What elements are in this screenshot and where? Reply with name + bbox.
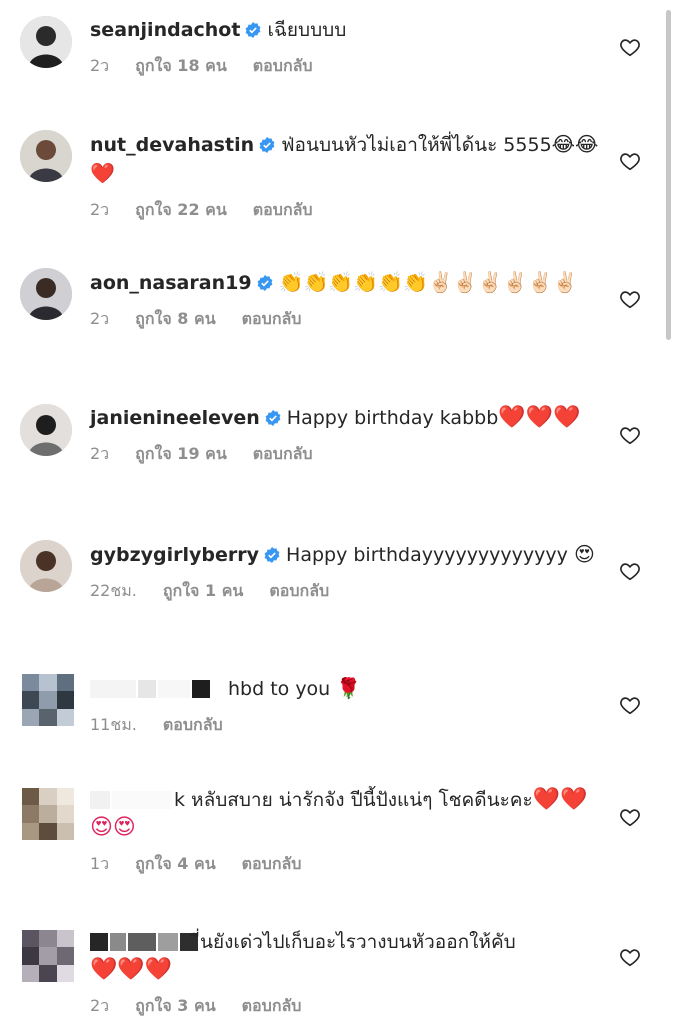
like-button[interactable] bbox=[619, 560, 641, 582]
heart-outline-icon bbox=[620, 809, 640, 827]
reply-button[interactable]: ตอบกลับ bbox=[242, 854, 302, 873]
username[interactable]: gybzygirlyberry bbox=[90, 544, 259, 566]
comment-meta: 2ว ถูกใจ 8 คน ตอบกลับ bbox=[90, 307, 607, 332]
comment-emojis: 👏👏👏👏👏👏✌🏻✌🏻✌🏻✌🏻✌🏻✌🏻 bbox=[278, 270, 578, 294]
reply-button[interactable]: ตอบกลับ bbox=[253, 200, 313, 219]
comment-time: 22ชม. bbox=[90, 581, 137, 600]
comment-time: 2ว bbox=[90, 309, 110, 328]
username[interactable]: aon_nasaran19 bbox=[90, 272, 252, 294]
comment-time: 11ชม. bbox=[90, 715, 137, 734]
comment-text: gybzygirlyberry Happy birthdayyyyyyyyyyyy… bbox=[90, 540, 607, 569]
comment-text: aon_nasaran19 👏👏👏👏👏👏✌🏻✌🏻✌🏻✌🏻✌🏻✌🏻 bbox=[90, 268, 607, 297]
like-button[interactable] bbox=[619, 806, 641, 828]
reply-button[interactable]: ตอบกลับ bbox=[242, 309, 302, 328]
avatar[interactable] bbox=[22, 930, 74, 982]
comment-emojis: ❤️❤️❤️ bbox=[90, 957, 173, 982]
likes-count[interactable]: ถูกใจ 22 คน bbox=[135, 200, 227, 219]
comment-body: ี่นยังเด่วไปเก็บอะไรวางบนหัวออกให้คับ bbox=[200, 931, 516, 953]
comment-meta: 2ว ถูกใจ 18 คน ตอบกลับ bbox=[90, 54, 607, 79]
heart-outline-icon bbox=[620, 427, 640, 445]
avatar[interactable] bbox=[22, 674, 74, 726]
reply-button[interactable]: ตอบกลับ bbox=[242, 996, 302, 1015]
comment-text: janienineeleven Happy birthday kabbb❤️❤️❤… bbox=[90, 404, 607, 432]
comment-meta: 22ชม. ถูกใจ 1 คน ตอบกลับ bbox=[90, 579, 607, 604]
comment-body: เฉียบบบบ bbox=[267, 19, 347, 41]
like-button[interactable] bbox=[619, 36, 641, 58]
scrollbar[interactable] bbox=[666, 10, 671, 340]
comment-time: 1ว bbox=[90, 854, 110, 873]
avatar[interactable] bbox=[22, 788, 74, 840]
comment-meta: 11ชม. ตอบกลับ bbox=[90, 713, 607, 738]
comment-body: Happy birthdayyyyyyyyyyyyy bbox=[286, 544, 568, 566]
likes-count[interactable]: ถูกใจ 8 คน bbox=[135, 309, 215, 328]
comment-body: hbd to you bbox=[228, 678, 331, 700]
comment-body: k หลับสบาย น่ารักจัง ปีนี้ปังแน่ๆ โชคดีน… bbox=[174, 789, 533, 811]
like-button[interactable] bbox=[619, 150, 641, 172]
reply-button[interactable]: ตอบกลับ bbox=[163, 715, 223, 734]
like-button[interactable] bbox=[619, 424, 641, 446]
likes-count[interactable]: ถูกใจ 4 คน bbox=[135, 854, 215, 873]
heart-outline-icon bbox=[620, 291, 640, 309]
like-button[interactable] bbox=[619, 946, 641, 968]
reply-button[interactable]: ตอบกลับ bbox=[253, 444, 313, 463]
comment-text: ี่นยังเด่วไปเก็บอะไรวางบนหัวออกให้คับ ❤️❤… bbox=[90, 928, 607, 984]
heart-outline-icon bbox=[620, 39, 640, 57]
avatar[interactable] bbox=[20, 16, 72, 68]
comment-time: 2ว bbox=[90, 56, 110, 75]
comment-meta: 2ว ถูกใจ 19 คน ตอบกลับ bbox=[90, 442, 607, 467]
comment-body: Happy birthday kabbb bbox=[286, 407, 499, 429]
verified-badge-icon bbox=[257, 275, 272, 291]
likes-count[interactable]: ถูกใจ 18 คน bbox=[135, 56, 227, 75]
likes-count[interactable]: ถูกใจ 19 คน bbox=[135, 444, 227, 463]
comment-text: nut_devahastin ฟ่อนบนหัวไม่เอาให้พี่ได้นะ… bbox=[90, 130, 607, 188]
username[interactable]: seanjindachot bbox=[90, 19, 240, 41]
redacted-username bbox=[90, 791, 110, 809]
comment-text: hbd to you 🌹 bbox=[90, 674, 607, 703]
like-button[interactable] bbox=[619, 694, 641, 716]
comment-time: 2ว bbox=[90, 444, 110, 463]
comment-text: k หลับสบาย น่ารักจัง ปีนี้ปังแน่ๆ โชคดีน… bbox=[90, 786, 607, 842]
like-button[interactable] bbox=[619, 288, 641, 310]
avatar[interactable] bbox=[20, 130, 72, 182]
avatar[interactable] bbox=[20, 268, 72, 320]
comment-emojis: 😍 bbox=[573, 542, 595, 566]
reply-button[interactable]: ตอบกลับ bbox=[253, 56, 313, 75]
heart-outline-icon bbox=[620, 153, 640, 171]
comment-meta: 2ว ถูกใจ 22 คน ตอบกลับ bbox=[90, 198, 607, 223]
comment-body: ฟ่อนบนหัวไม่เอาให้พี่ได้นะ 5555 bbox=[281, 134, 552, 156]
verified-badge-icon bbox=[265, 410, 281, 426]
likes-count[interactable]: ถูกใจ 3 คน bbox=[135, 996, 215, 1015]
heart-outline-icon bbox=[620, 563, 640, 581]
heart-outline-icon bbox=[620, 949, 640, 967]
avatar[interactable] bbox=[20, 404, 72, 456]
username[interactable]: nut_devahastin bbox=[90, 134, 254, 156]
likes-count[interactable]: ถูกใจ 1 คน bbox=[163, 581, 243, 600]
comment-text: seanjindachot เฉียบบบบ bbox=[90, 16, 607, 44]
verified-badge-icon bbox=[259, 137, 275, 153]
username[interactable]: janienineeleven bbox=[90, 407, 260, 429]
comment-time: 2ว bbox=[90, 200, 110, 219]
comment-emojis: ❤️❤️❤️ bbox=[498, 405, 581, 430]
comment-time: 2ว bbox=[90, 996, 110, 1015]
reply-button[interactable]: ตอบกลับ bbox=[269, 581, 329, 600]
avatar[interactable] bbox=[20, 540, 72, 592]
comment-meta: 2ว ถูกใจ 3 คน ตอบกลับ bbox=[90, 994, 607, 1019]
verified-badge-icon bbox=[246, 22, 261, 38]
comment-meta: 1ว ถูกใจ 4 คน ตอบกลับ bbox=[90, 852, 607, 877]
redacted-username bbox=[90, 680, 136, 698]
redacted-username bbox=[90, 933, 108, 951]
verified-badge-icon bbox=[264, 547, 280, 563]
comment-emojis: 🌹 bbox=[336, 676, 362, 700]
heart-outline-icon bbox=[620, 697, 640, 715]
